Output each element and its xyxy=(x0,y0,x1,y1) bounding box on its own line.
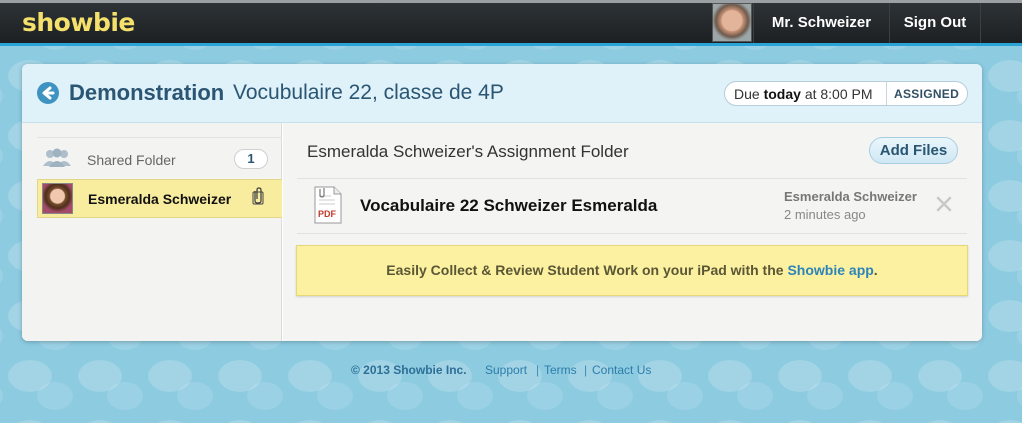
user-name-link[interactable]: Mr. Schweizer xyxy=(753,3,889,43)
class-name: Demonstration xyxy=(69,80,225,105)
student-avatar xyxy=(42,183,73,214)
due-prefix: Due xyxy=(734,86,760,102)
footer-separator: | xyxy=(536,363,540,377)
sidebar: Shared Folder 1 Esmeralda Schweizer xyxy=(22,123,282,341)
file-timestamp: 2 minutes ago xyxy=(784,207,866,222)
footer-separator: | xyxy=(584,363,588,377)
footer-link-terms[interactable]: Terms xyxy=(544,363,577,377)
pdf-file-icon: PDF xyxy=(314,186,342,224)
close-icon[interactable] xyxy=(934,194,954,214)
due-date: Due today at 8:00 PM xyxy=(734,86,873,102)
promo-text: Easily Collect & Review Student Work on … xyxy=(386,262,784,278)
user-avatar[interactable] xyxy=(712,3,752,42)
student-name: Esmeralda Schweizer xyxy=(88,191,232,207)
showbie-app-link[interactable]: Showbie app xyxy=(787,262,873,278)
assignment-folder-content: Esmeralda Schweizer's Assignment Folder … xyxy=(283,123,982,341)
folder-title: Esmeralda Schweizer's Assignment Folder xyxy=(307,142,629,161)
sidebar-item-shared-folder[interactable]: Shared Folder 1 xyxy=(37,137,282,179)
assignment-header: Demonstration Vocubulaire 22, classe de … xyxy=(22,64,982,123)
assignment-panel: Demonstration Vocubulaire 22, classe de … xyxy=(22,64,982,341)
file-row[interactable]: PDF Vocabulaire 22 Schweizer Esmeralda E… xyxy=(297,178,967,234)
footer-link-contact[interactable]: Contact Us xyxy=(592,363,651,377)
top-bar: showbie Mr. Schweizer Sign Out xyxy=(0,0,1022,46)
paperclip-icon xyxy=(252,187,264,205)
footer: © 2013 Showbie Inc. Support | Terms | Co… xyxy=(0,363,1022,379)
due-day: today xyxy=(763,86,801,102)
due-badge: Due today at 8:00 PM ASSIGNED xyxy=(724,81,968,106)
pdf-label: PDF xyxy=(318,209,337,219)
assignment-title: Vocubulaire 22, classe de 4P xyxy=(233,81,504,104)
footer-link-support[interactable]: Support xyxy=(485,363,527,377)
back-arrow-icon[interactable] xyxy=(37,82,59,104)
file-author: Esmeralda Schweizer xyxy=(784,189,917,204)
status-badge: ASSIGNED xyxy=(894,87,960,101)
shared-folder-count-badge: 1 xyxy=(234,149,268,169)
file-name[interactable]: Vocabulaire 22 Schweizer Esmeralda xyxy=(360,196,657,216)
showbie-logo[interactable]: showbie xyxy=(22,8,135,37)
sidebar-item-label: Shared Folder xyxy=(87,152,176,168)
sidebar-item-student[interactable]: Esmeralda Schweizer xyxy=(37,179,282,218)
sign-out-button[interactable]: Sign Out xyxy=(889,3,981,43)
due-time: at 8:00 PM xyxy=(804,86,873,102)
people-icon xyxy=(43,148,71,167)
due-divider xyxy=(886,82,887,105)
copyright-text: © 2013 Showbie Inc. xyxy=(351,363,467,377)
add-files-button[interactable]: Add Files xyxy=(869,137,958,164)
promo-suffix: . xyxy=(873,262,878,278)
promo-banner: Easily Collect & Review Student Work on … xyxy=(296,245,968,296)
